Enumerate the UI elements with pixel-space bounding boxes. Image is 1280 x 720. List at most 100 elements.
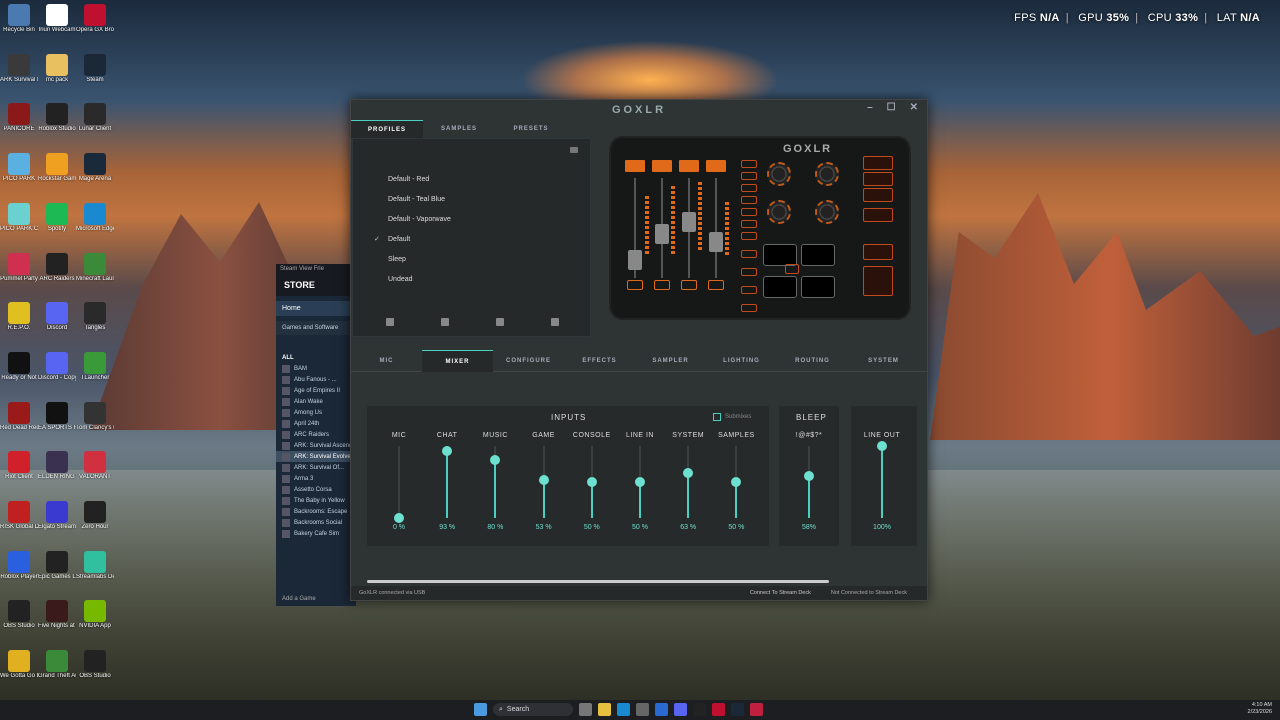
volume-handle[interactable] [804,471,814,482]
volume-slider[interactable] [398,446,400,518]
profile-item[interactable]: Undead [388,269,451,289]
tab-sampler[interactable]: SAMPLER [635,350,706,372]
discord-icon[interactable] [674,703,687,716]
steam-game-item[interactable]: ARC Raiders [276,429,356,440]
desktop-icon[interactable]: ARK Survival Evolved [0,52,38,100]
volume-handle[interactable] [877,441,887,451]
desktop-icon[interactable]: R.E.P.O. [0,300,38,348]
desktop-icon[interactable]: Epic Games Launcher [38,549,76,597]
desktop-icon[interactable]: OBS Studio [0,598,38,646]
file-explorer-icon[interactable] [598,703,611,716]
new-file-icon[interactable] [441,318,450,326]
desktop-icon[interactable]: Riot Client [0,449,38,497]
desktop-icon[interactable]: Streamlabs Desktop [76,549,114,597]
desktop-icon[interactable]: Discord [38,300,76,348]
store-icon[interactable] [636,703,649,716]
steam-store-tab[interactable]: STORE [276,276,356,296]
folder-icon[interactable] [570,147,578,153]
desktop-icon[interactable]: Elgato Stream Deck [38,499,76,547]
desktop-icon[interactable]: VALORANT [76,449,114,497]
start-icon[interactable] [474,703,487,716]
tab-routing[interactable]: ROUTING [777,350,848,372]
steam-window[interactable]: Steam View Frie STORE Home Games and Sof… [276,264,356,606]
desktop-icon[interactable]: Zero Hour [76,499,114,547]
desktop-icon[interactable]: Grand Theft Auto V Le... [38,648,76,696]
steam-game-item[interactable]: ARK: Survival Evolved [276,451,356,462]
minimize-icon[interactable]: – [867,102,876,113]
steam-game-item[interactable]: Assetto Corsa [276,484,356,495]
steam-game-item[interactable]: April 24th [276,418,356,429]
desktop-icon[interactable]: ARC Raiders [38,251,76,299]
desktop-icon[interactable]: TLauncher [76,350,114,398]
desktop-icon[interactable]: Roblox Studio [38,101,76,149]
steam-game-item[interactable]: The Baby in Yellow [276,495,356,506]
volume-handle[interactable] [442,446,453,457]
goxlr-taskbar-icon[interactable] [750,703,763,716]
tab-effects[interactable]: EFFECTS [564,350,635,372]
volume-handle[interactable] [683,467,694,478]
tab-profiles[interactable]: PROFILES [351,120,423,138]
edge-icon[interactable] [617,703,630,716]
profile-item[interactable]: Default - Vaporwave [388,209,451,229]
tab-configure[interactable]: CONFIGURE [493,350,564,372]
steam-game-item[interactable]: Bakery Cafe Sim [276,528,356,539]
desktop-icon[interactable]: Discord - Copy [38,350,76,398]
steam-all-filter[interactable]: ALL [276,353,356,363]
profile-item[interactable]: Default - Teal Blue [388,189,451,209]
desktop-icon[interactable]: OBS Studio [76,648,114,696]
desktop-icon[interactable]: Red Dead Redempti... [0,400,38,448]
steam-game-item[interactable]: Backrooms: Escape [276,506,356,517]
steam-game-item[interactable]: ARK: Survival Ascended [276,440,356,451]
desktop-icon[interactable]: Roblox Player [0,549,38,597]
volume-handle[interactable] [586,477,597,487]
taskbar-search[interactable]: ⌕ Search [493,703,573,716]
desktop-icon[interactable]: Lunar Client [76,101,114,149]
desktop-icon[interactable]: PICO PARK:Classi... [0,201,38,249]
tab-presets[interactable]: PRESETS [495,120,567,138]
mail-icon[interactable] [655,703,668,716]
steam-game-item[interactable]: Backrooms Social [276,517,356,528]
tab-system[interactable]: SYSTEM [848,350,919,372]
save-icon[interactable] [386,318,395,326]
steam-search[interactable] [276,339,356,353]
tab-samples[interactable]: SAMPLES [423,120,495,138]
steam-game-item[interactable]: ARK: Survival Of... [276,462,356,473]
task-view-icon[interactable] [579,703,592,716]
desktop-icon[interactable]: Iriun Webcam [38,2,76,50]
volume-handle[interactable] [394,513,404,523]
steam-game-item[interactable]: Among Us [276,407,356,418]
desktop-icon[interactable]: Five Nights at Freddy's [38,598,76,646]
submixes-checkbox[interactable] [713,413,721,421]
close-icon[interactable]: ✕ [910,102,921,113]
desktop-icon[interactable]: NVIDIA App [76,598,114,646]
tab-lighting[interactable]: LIGHTING [706,350,777,372]
steam-icon[interactable] [731,703,744,716]
desktop-icon[interactable]: Opera GX Browser [76,2,114,50]
delete-icon[interactable] [550,318,559,326]
opera-gx-icon[interactable] [712,703,725,716]
desktop-icon[interactable]: Tangles [76,300,114,348]
desktop-icon[interactable]: Mage Arena [76,151,114,199]
steam-games-software[interactable]: Games and Software [276,321,356,335]
desktop-icon[interactable]: Recycle Bin [0,2,38,50]
steam-menu[interactable]: Steam View Frie [276,264,356,276]
desktop-icon[interactable]: PANICORE [0,101,38,149]
desktop-icon[interactable]: PICO PARK [0,151,38,199]
steam-game-item[interactable]: Arma 3 [276,473,356,484]
desktop-icon[interactable]: EA SPORTS FC 26 [38,400,76,448]
desktop-icon[interactable]: We Gotta Go Demo [0,648,38,696]
volume-handle[interactable] [635,477,645,487]
desktop-icon[interactable]: RISK Global Domination [0,499,38,547]
volume-handle[interactable] [538,474,549,485]
desktop-icon[interactable]: mc pack [38,52,76,100]
steam-game-item[interactable]: Age of Empires II [276,385,356,396]
profile-item[interactable]: Default - Red [388,169,451,189]
desktop-icon[interactable]: ELDEN RING NIGHTREIGN [38,449,76,497]
maximize-icon[interactable]: ☐ [887,102,899,113]
volume-handle[interactable] [490,455,501,466]
system-clock[interactable]: 4:10 AM 2/23/2026 [1248,702,1272,716]
steam-home[interactable]: Home [276,301,356,316]
profile-item[interactable]: Sleep [388,249,451,269]
desktop-icon[interactable]: Rockstar Games... [38,151,76,199]
steam-add-game[interactable]: Add a Game [282,596,316,602]
